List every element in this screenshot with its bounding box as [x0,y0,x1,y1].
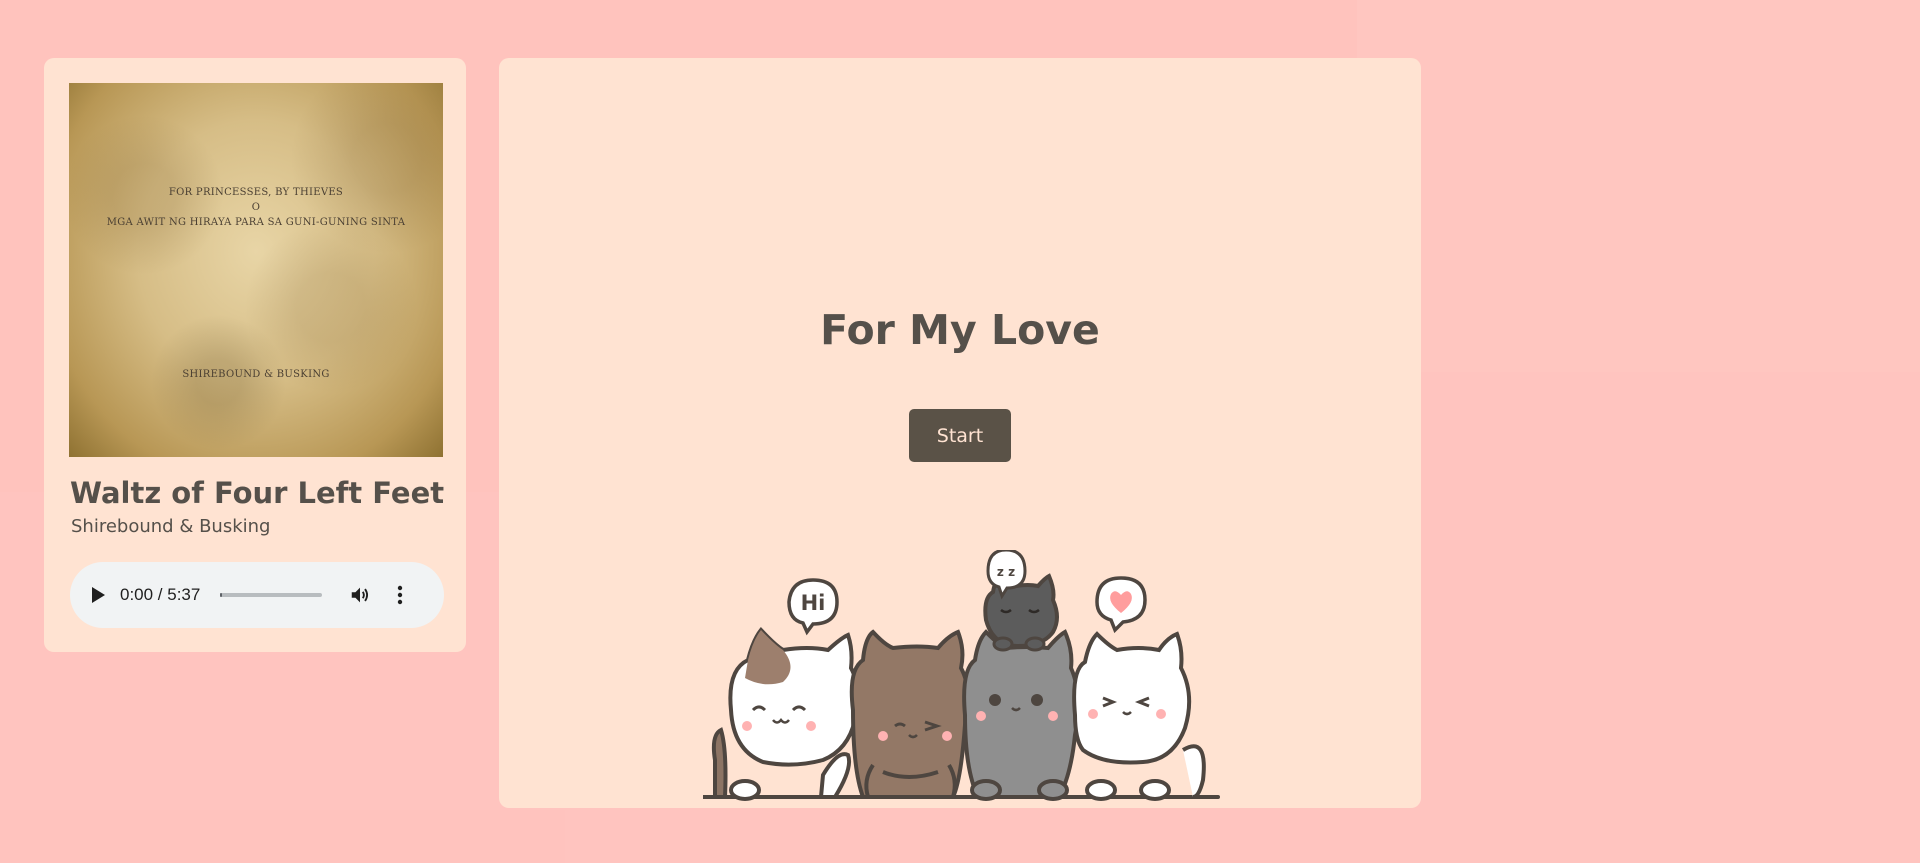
bubble-hi-text: Hi [801,591,826,615]
page-title: For My Love [820,306,1100,354]
start-button[interactable]: Start [909,409,1011,462]
audio-time: 0:00 / 5:37 [120,585,201,604]
more-vert-icon [398,585,403,605]
album-cover-artist: SHIREBOUND & BUSKING [182,369,330,380]
song-title: Waltz of Four Left Feet [70,476,445,510]
album-cover-title: FOR PRINCESSES, BY THIEVES O MGA AWIT NG… [69,185,443,230]
cats-illustration: Hi z z [703,550,1220,801]
music-player-card: FOR PRINCESSES, BY THIEVES O MGA AWIT NG… [44,58,466,652]
audio-player[interactable]: 0:00 / 5:37 [70,562,444,628]
background-region [0,810,565,863]
speech-bubble-heart [1095,576,1147,634]
cat-grey-icon [962,629,1081,801]
main-card: For My Love Start Hi z z [499,58,1421,808]
volume-button[interactable] [348,583,372,607]
song-artist: Shirebound & Busking [71,516,271,537]
more-options-button[interactable] [388,583,412,607]
background-region [1357,0,1920,372]
volume-icon [352,587,369,603]
album-line-1: FOR PRINCESSES, BY THIEVES [168,187,344,198]
speech-bubble-hi: Hi [787,578,839,636]
audio-progress-fill [220,593,223,597]
album-line-2: O [251,202,261,213]
play-icon [92,587,105,603]
cat-white-brown-icon [711,626,861,801]
play-button[interactable] [78,575,118,615]
bubble-zz-text: z z [997,565,1015,579]
album-line-3: MGA AWIT NG HIRAYA PARA SA GUNI-GUNING S… [106,217,406,228]
album-cover: FOR PRINCESSES, BY THIEVES O MGA AWIT NG… [69,83,443,457]
cat-brown-icon [849,629,971,799]
cat-white-icon [1072,631,1206,801]
audio-progress-bar[interactable] [220,593,323,597]
